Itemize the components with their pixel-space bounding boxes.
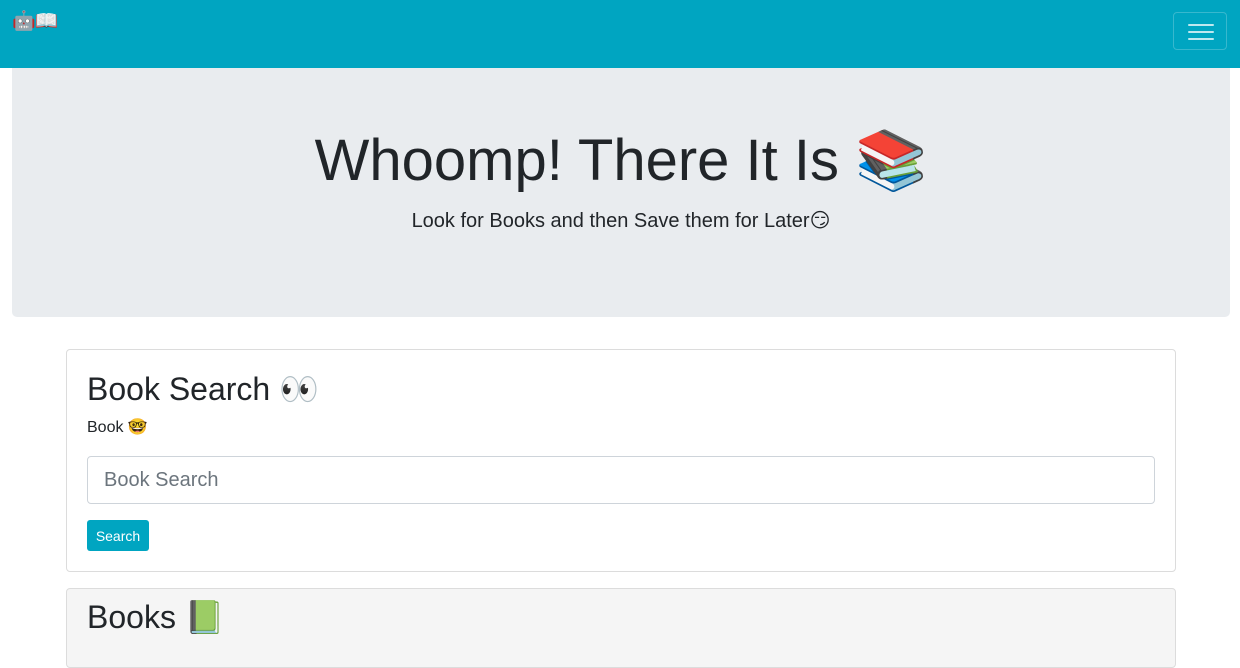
hero-jumbotron: Whoomp! There It Is 📚 Look for Books and… — [12, 68, 1230, 317]
books-title: Books 📗 — [87, 599, 225, 635]
hero-title: Whoomp! There It Is 📚 — [314, 128, 928, 193]
top-navbar: 🤖📖 — [0, 0, 1240, 68]
book-search-input[interactable] — [87, 456, 1155, 504]
brand-logo[interactable]: 🤖📖 — [12, 8, 58, 34]
navbar-toggle-button[interactable] — [1173, 12, 1227, 50]
hero-subtitle: Look for Books and then Save them for La… — [411, 210, 831, 232]
book-field-label: Book 🤓 — [87, 419, 148, 436]
books-results-card: Books 📗 — [66, 588, 1176, 668]
book-search-title: Book Search 👀 — [87, 371, 319, 407]
search-button[interactable]: Search — [87, 520, 149, 551]
book-search-card: Book Search 👀 Book 🤓 Search — [66, 349, 1176, 572]
